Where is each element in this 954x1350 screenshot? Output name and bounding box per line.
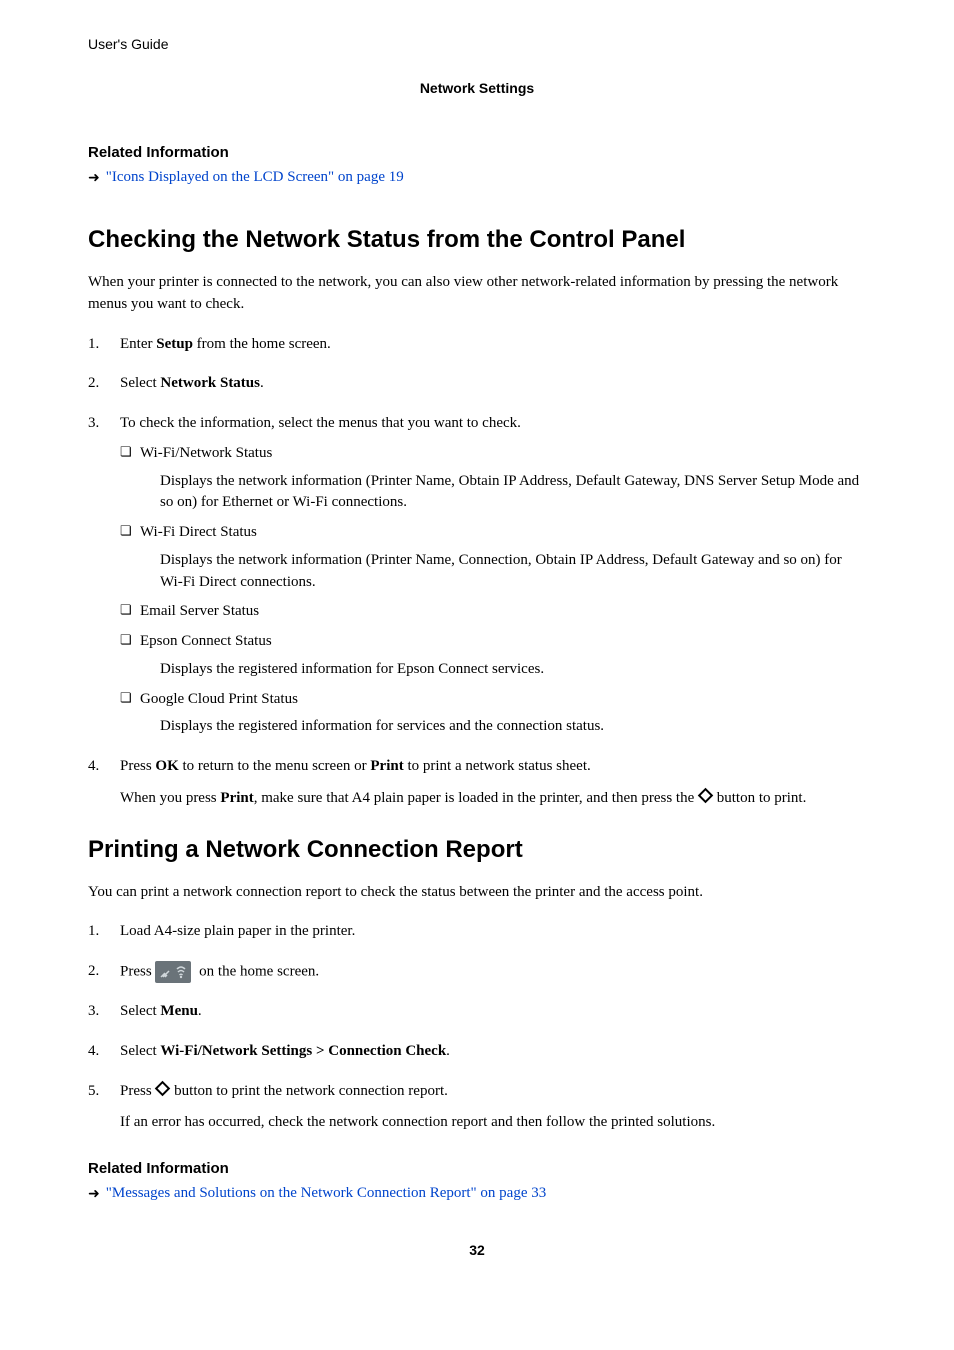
option-desc: Displays the registered information for … [160,716,866,738]
wifi-network-icon [155,961,191,983]
section1-step1: 1. Enter Setup from the home screen. [88,334,866,356]
section1-steps: 1. Enter Setup from the home screen. 2. … [88,334,866,810]
option-label: Email Server Status [140,603,259,619]
step-number: 1. [88,334,99,356]
section2-steps: 1. Load A4-size plain paper in the print… [88,921,866,1134]
s2-step3-post: . [198,1003,202,1019]
related-info-heading-top: Related Information [88,144,866,161]
related-link-row-bottom: ➜ "Messages and Solutions on the Network… [88,1185,866,1202]
step2-text-post: . [260,375,264,391]
s2-step1-text: Load A4-size plain paper in the printer. [120,923,355,939]
step1-text-post: from the home screen. [193,336,331,352]
step-number: 3. [88,1001,99,1023]
users-guide-label: User's Guide [88,36,866,52]
option-desc: Displays the registered information for … [160,659,866,681]
section1-title: Checking the Network Status from the Con… [88,226,866,254]
step4-sub-mid: , make sure that A4 plain paper is loade… [254,790,698,806]
option-email-server: Email Server Status [120,601,866,623]
step4-post: to print a network status sheet. [404,758,591,774]
section2-step5: 5. Press button to print the network con… [88,1081,866,1135]
step-number: 2. [88,373,99,395]
step4-sub-b: Print [220,790,253,806]
option-label: Google Cloud Print Status [140,691,298,707]
section1-step4: 4. Press OK to return to the menu screen… [88,756,866,810]
s2-step5-pre: Press [120,1083,155,1099]
page-number: 32 [88,1242,866,1258]
s2-step2-post: on the home screen. [195,963,319,979]
related-link-bottom[interactable]: "Messages and Solutions on the Network C… [106,1185,547,1202]
step-number: 4. [88,756,99,778]
step-number: 4. [88,1041,99,1063]
step2-text-pre: Select [120,375,160,391]
step2-text-bold: Network Status [160,375,260,391]
step4-substep: When you press Print, make sure that A4 … [120,788,866,810]
option-epson-connect: Epson Connect Status Displays the regist… [120,631,866,681]
step1-text-pre: Enter [120,336,156,352]
step4-mid: to return to the menu screen or [179,758,371,774]
s2-step3-pre: Select [120,1003,160,1019]
s2-step3-bold: Menu [160,1003,198,1019]
step-number: 5. [88,1081,99,1103]
section2-intro: You can print a network connection repor… [88,882,866,904]
step-number: 2. [88,961,99,983]
s2-step4-post: . [446,1043,450,1059]
option-desc: Displays the network information (Printe… [160,550,866,594]
section2-step2: 2. Press on the home screen. [88,961,866,983]
section1-step2: 2. Select Network Status. [88,373,866,395]
option-wifi-network: Wi-Fi/Network Status Displays the networ… [120,443,866,514]
section2-step3: 3. Select Menu. [88,1001,866,1023]
option-label: Wi-Fi Direct Status [140,524,257,540]
step4-b1: OK [155,758,178,774]
arrow-right-icon: ➜ [88,1186,100,1203]
related-link-top[interactable]: "Icons Displayed on the LCD Screen" on p… [106,169,404,186]
step4-b2: Print [370,758,403,774]
option-wifi-direct: Wi-Fi Direct Status Displays the network… [120,522,866,593]
related-link-row: ➜ "Icons Displayed on the LCD Screen" on… [88,169,866,186]
option-desc: Displays the network information (Printe… [160,471,866,515]
related-info-heading-bottom: Related Information [88,1160,866,1177]
section1-step3: 3. To check the information, select the … [88,413,866,738]
option-label: Wi-Fi/Network Status [140,445,272,461]
diamond-icon [155,1080,171,1096]
diamond-icon [698,787,714,803]
s2-step4-bold: Wi-Fi/Network Settings > Connection Chec… [160,1043,446,1059]
page-container: User's Guide Network Settings Related In… [0,0,954,1308]
section2-title: Printing a Network Connection Report [88,836,866,864]
section2-step4: 4. Select Wi-Fi/Network Settings > Conne… [88,1041,866,1063]
breadcrumb: Network Settings [88,80,866,96]
s2-step5-post: button to print the network connection r… [170,1083,447,1099]
option-google-cloud: Google Cloud Print Status Displays the r… [120,689,866,739]
section1-intro: When your printer is connected to the ne… [88,272,866,316]
step4-sub-pre: When you press [120,790,220,806]
section2-step1: 1. Load A4-size plain paper in the print… [88,921,866,943]
step4-sub-post: button to print. [713,790,806,806]
s2-step5-sub: If an error has occurred, check the netw… [120,1112,866,1134]
s2-step4-pre: Select [120,1043,160,1059]
step4-pre: Press [120,758,155,774]
step1-text-bold: Setup [156,336,193,352]
step3-text: To check the information, select the men… [120,415,521,431]
option-label: Epson Connect Status [140,633,272,649]
s2-step2-pre: Press [120,963,155,979]
step-number: 3. [88,413,99,435]
step-number: 1. [88,921,99,943]
section1-step3-options: Wi-Fi/Network Status Displays the networ… [120,443,866,738]
arrow-right-icon: ➜ [88,170,100,187]
